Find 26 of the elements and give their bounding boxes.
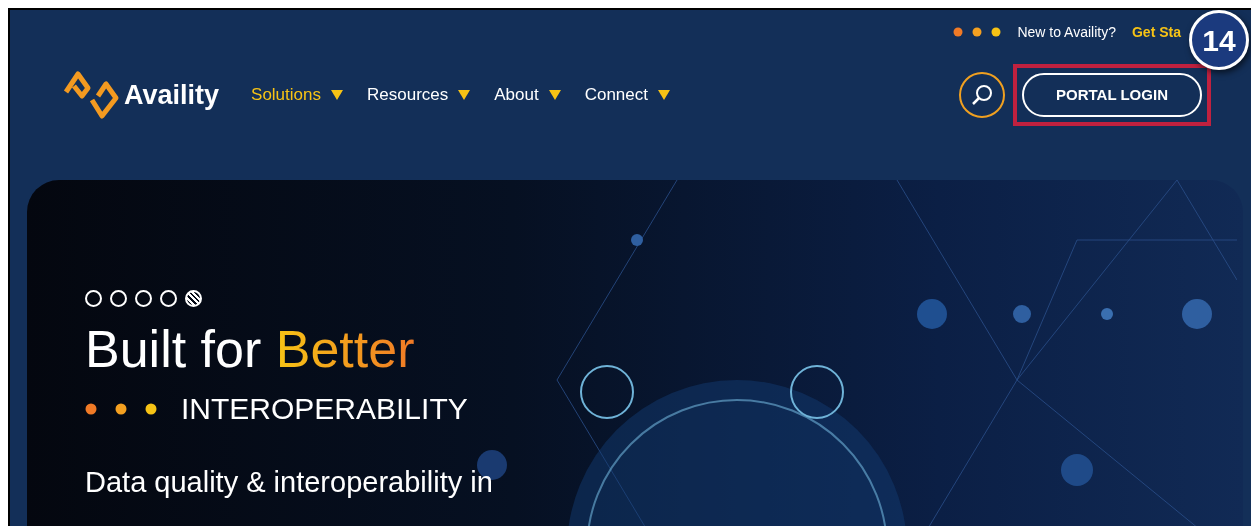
caret-icon <box>658 90 670 100</box>
dots-icon <box>85 402 157 415</box>
nav-menu-link[interactable]: Resources <box>367 82 471 108</box>
new-user-prompt: New to Availity? <box>1017 22 1116 42</box>
search-icon <box>970 83 994 107</box>
slide-indicator[interactable] <box>135 290 152 307</box>
hero-description: Data quality & interoperability in <box>85 465 494 501</box>
slide-indicator[interactable] <box>160 290 177 307</box>
search-button[interactable] <box>959 72 1005 118</box>
slide-indicator[interactable] <box>110 290 127 307</box>
dots-icon <box>953 27 1002 37</box>
nav-menu-link[interactable]: About <box>494 82 561 108</box>
caret-icon <box>548 90 561 100</box>
portal-login-button[interactable]: PORTAL LOGIN <box>1022 73 1202 117</box>
logo-icon <box>62 70 120 120</box>
logo-text: Availity <box>124 78 220 112</box>
caret-icon <box>331 90 343 100</box>
get-started-link[interactable]: Get Sta <box>1132 21 1181 43</box>
slide-indicator[interactable] <box>185 290 202 307</box>
nav-menu-link[interactable]: Connect <box>584 82 670 108</box>
caret-icon <box>458 90 471 100</box>
hero-subtitle: INTEROPERABILITY <box>181 391 468 428</box>
hero-title: Built for Better <box>85 321 416 379</box>
step-number-badge: 14 <box>1189 10 1249 70</box>
nav-menu-link[interactable]: Solutions <box>251 82 343 108</box>
slide-indicator[interactable] <box>85 290 102 307</box>
